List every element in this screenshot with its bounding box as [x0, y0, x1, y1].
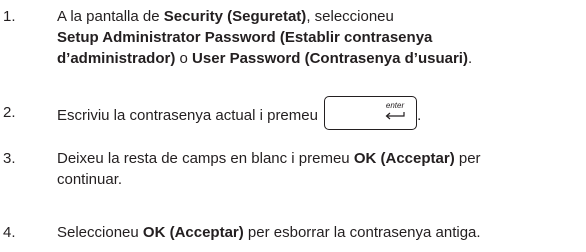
- button-name: OK (Acceptar): [353, 150, 455, 167]
- step-line: Deixeu la resta de camps en blanc i prem…: [57, 150, 481, 167]
- step-line: A la pantalla de Security (Seguretat), s…: [57, 8, 394, 25]
- option-name-2: User Password (Contrasenya d’usuari): [192, 50, 468, 67]
- step-number: 1.: [3, 8, 16, 25]
- step-number: 3.: [3, 150, 16, 167]
- enter-key-label: enter: [385, 101, 405, 110]
- step-text: Deixeu la resta de camps en blanc i prem…: [57, 148, 586, 190]
- enter-arrow-icon: [385, 112, 405, 120]
- option-name-cont: d’administrador): [57, 50, 176, 67]
- step-text: A la pantalla de Security (Seguretat), s…: [57, 6, 586, 69]
- enter-key: enter: [324, 96, 418, 130]
- step-number: 4.: [3, 224, 16, 241]
- step-text: Seleccioneu OK (Acceptar) per esborrar l…: [57, 224, 481, 241]
- step-line: continuar.: [57, 171, 123, 188]
- button-name: OK (Acceptar): [142, 224, 244, 241]
- menu-name: Security (Seguretat): [163, 8, 307, 25]
- step-line: Setup Administrator Password (Establir c…: [57, 27, 586, 48]
- step-text: Escriviu la contrasenya actual i premeu …: [57, 96, 586, 130]
- option-name: Setup Administrator Password (Establir c…: [57, 29, 433, 46]
- step-line: d’administrador) o User Password (Contra…: [57, 50, 473, 67]
- step-number: 2.: [3, 104, 16, 121]
